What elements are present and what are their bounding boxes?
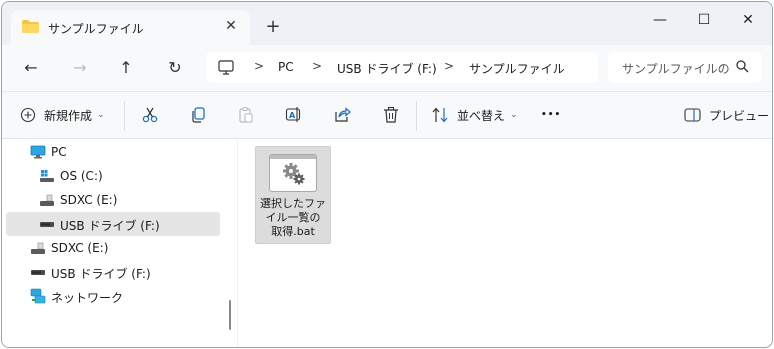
usb-drive-icon [31,270,45,275]
toolbar-divider [416,101,417,131]
sidebar-item-os-c[interactable]: OS (C:) [6,164,220,188]
share-icon[interactable] [333,106,351,124]
preview-pane-icon [684,108,701,122]
navigation-pane: PC OS (C:) SDXC (E:) USB ドライブ (F:) SDXC … [2,140,224,347]
gear-icon [283,163,305,185]
search-icon [736,60,749,73]
cut-icon[interactable] [141,106,159,124]
forward-button[interactable]: → [70,58,90,78]
sidebar-item-label: ネットワーク [51,291,124,305]
sidebar-item-label: USB ドライブ (F:) [60,219,160,233]
paste-icon[interactable] [237,106,255,124]
address-bar[interactable]: > PC > USB ドライブ (F:) > サンプルファイル [206,52,598,83]
back-button[interactable]: ← [21,58,41,78]
sidebar-item-pc[interactable]: PC [6,140,220,164]
folder-icon [22,20,39,33]
search-placeholder: サンプルファイルの [622,62,730,76]
refresh-button[interactable]: ↻ [165,58,185,78]
new-button[interactable]: 新規作成 ⌄ [20,104,105,126]
sidebar-item-label: SDXC (E:) [51,241,109,255]
sidebar-item-sdxc-e[interactable]: SDXC (E:) [6,188,220,212]
preview-label: プレビュー [709,108,770,123]
breadcrumb-sample-folder[interactable]: サンプルファイル [469,60,565,77]
preview-button[interactable]: プレビュー [684,104,769,126]
sort-button[interactable]: 並べ替え ⌄ [432,104,518,126]
sort-arrows-icon [432,107,448,123]
rename-icon[interactable]: A [285,106,303,124]
chevron-down-icon: ⌄ [510,110,518,120]
toolbar-divider [124,101,125,131]
pc-monitor-icon [218,60,234,75]
file-name-line: 取得.bat [271,225,315,238]
maximize-button[interactable]: ☐ [692,10,716,30]
os-drive-icon [40,170,54,182]
sidebar-item-network[interactable]: ネットワーク [6,284,220,308]
sd-card-icon [31,242,45,254]
breadcrumb-separator: > [312,59,323,73]
tab-close-icon[interactable]: ✕ [223,18,239,34]
usb-drive-icon [40,222,54,227]
file-name-line: 選択したファ [260,197,326,210]
breadcrumb-pc[interactable]: PC [278,60,294,74]
command-bar: 新規作成 ⌄ A 並べ替え ⌄ ••• プレビュー [2,92,772,139]
file-item-bat[interactable]: 選択したファ イル一覧の 取得.bat [255,146,331,244]
sidebar-item-label: OS (C:) [60,169,103,183]
file-name-line: イル一覧の [265,211,321,224]
sidebar-item-usb-f-root[interactable]: USB ドライブ (F:) [6,260,220,284]
svg-text:A: A [289,111,296,120]
new-label: 新規作成 [44,108,93,123]
breadcrumb-usb-drive[interactable]: USB ドライブ (F:) [337,60,437,77]
up-button[interactable]: ↑ [116,58,136,78]
sidebar-item-label: USB ドライブ (F:) [51,267,151,281]
chevron-down-icon: ⌄ [97,110,105,120]
monitor-icon [30,145,46,159]
navigation-bar: ← → ↑ ↻ > PC > USB ドライブ (F:) > サンプルファイル … [2,45,772,92]
close-window-button[interactable]: ✕ [736,10,760,30]
minimize-button[interactable]: — [648,10,672,30]
breadcrumb-separator: > [444,59,455,73]
breadcrumb-separator: > [254,59,265,73]
sidebar-item-label: PC [51,145,67,159]
network-icon [30,288,46,304]
plus-circle-icon [20,107,36,123]
file-icon-titlebar [270,155,316,159]
title-bar: サンプルファイル ✕ + — ☐ ✕ [2,2,772,45]
sidebar-scrollbar[interactable] [229,300,231,330]
sidebar-item-sdxc-e-root[interactable]: SDXC (E:) [6,236,220,260]
pane-divider[interactable] [237,140,238,347]
sd-card-icon [40,194,54,206]
more-options-button[interactable]: ••• [541,104,561,126]
new-tab-button[interactable]: + [264,18,282,36]
sort-label: 並べ替え [457,108,506,123]
explorer-window: サンプルファイル ✕ + — ☐ ✕ ← → ↑ ↻ > PC > USB ドラ… [1,1,773,348]
search-box[interactable]: サンプルファイルの [608,52,762,83]
tab-title: サンプルファイル [48,22,144,36]
delete-icon[interactable] [382,106,400,124]
copy-icon[interactable] [189,106,207,124]
sidebar-item-label: SDXC (E:) [60,193,118,207]
sidebar-item-usb-f[interactable]: USB ドライブ (F:) [6,212,220,236]
batch-file-gear-icon [269,154,317,192]
tab-sample-file[interactable]: サンプルファイル ✕ [11,10,250,45]
file-name: 選択したファ イル一覧の 取得.bat [256,197,330,239]
